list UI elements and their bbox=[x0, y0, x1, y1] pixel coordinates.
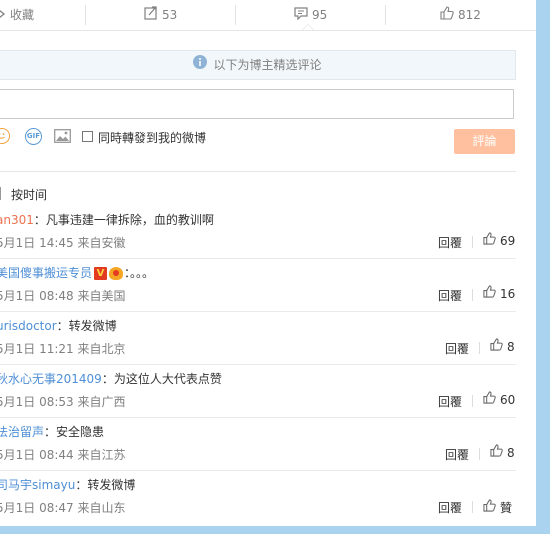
comment-text: ：为这位人大代表点赞 bbox=[101, 372, 222, 386]
comment-username[interactable]: 法治留声 bbox=[0, 425, 44, 439]
comment-text: ：。。。 bbox=[124, 266, 155, 280]
also-repost-checkbox[interactable] bbox=[82, 131, 93, 142]
thumbs-up-icon bbox=[490, 444, 503, 460]
weibo-action-bar: 收藏 53 95 812 bbox=[0, 0, 536, 31]
reply-button[interactable]: 回覆 bbox=[438, 393, 462, 410]
comment-text: ：安全隐患 bbox=[44, 425, 105, 439]
divider bbox=[472, 501, 473, 513]
repost-icon bbox=[144, 1, 158, 31]
comment-meta: 5月1日 08:53 来自广西 bbox=[0, 395, 126, 409]
submit-comment-button[interactable]: 評論 bbox=[454, 129, 515, 154]
comment-text: ：转发微博 bbox=[75, 478, 136, 492]
notice-text: 以下为博主精选评论 bbox=[213, 58, 322, 72]
comment-card: 收藏 53 95 812 以下为博主精选评论 GIF 同時轉發到我的微博 評論 … bbox=[0, 0, 536, 526]
comment-meta: 5月1日 08:44 来自江苏 bbox=[0, 448, 126, 462]
star-icon bbox=[0, 1, 6, 31]
comment-like-count: 16 bbox=[500, 287, 516, 301]
thumbs-up-icon bbox=[483, 232, 496, 248]
image-icon[interactable] bbox=[54, 129, 71, 146]
gif-label: GIF bbox=[26, 132, 41, 140]
comment-item: 美国傻事搬运专员 V ：。。。 5月1日 08:48 来自美国 回覆 16 bbox=[0, 258, 516, 312]
favorite-button[interactable]: 收藏 bbox=[0, 0, 34, 30]
comment-meta: 5月1日 11:21 来自北京 bbox=[0, 342, 126, 356]
comment-count: 95 bbox=[312, 8, 328, 22]
comment-meta: 5月1日 08:47 来自山东 bbox=[0, 501, 126, 515]
member-badge-icon bbox=[109, 267, 124, 280]
reply-button[interactable]: 回覆 bbox=[438, 287, 462, 304]
comment-like-label: 贊 bbox=[500, 501, 513, 515]
emoji-icon[interactable] bbox=[0, 128, 10, 144]
favorite-label: 收藏 bbox=[10, 8, 35, 22]
comment-like-button[interactable]: 8 bbox=[490, 444, 515, 460]
comment-item: 司马宇simayu：转发微博 5月1日 08:47 来自山东 回覆 贊 bbox=[0, 470, 516, 523]
comment-item: urisdoctor：转发微博 5月1日 11:21 来自北京 回覆 8 bbox=[0, 311, 516, 365]
comment-meta: 5月1日 08:48 来自美国 bbox=[0, 289, 126, 303]
verified-badge: V bbox=[94, 267, 108, 280]
thumbs-up-icon bbox=[440, 1, 454, 31]
reply-button[interactable]: 回覆 bbox=[438, 499, 462, 516]
thumbs-up-icon bbox=[490, 338, 503, 354]
thumbs-up-icon bbox=[483, 499, 496, 515]
divider bbox=[472, 236, 473, 248]
comment-item: an301：凡事违建一律拆除，血的教训啊 5月1日 14:45 来自安徽 回覆 … bbox=[0, 205, 516, 259]
action-divider bbox=[385, 5, 386, 25]
comment-meta: 5月1日 14:45 来自安徽 bbox=[0, 236, 126, 250]
comment-username[interactable]: an301 bbox=[0, 213, 34, 227]
comment-username[interactable]: urisdoctor bbox=[0, 319, 57, 333]
comment-text: ：凡事违建一律拆除，血的教训啊 bbox=[33, 213, 214, 227]
comment-like-count: 8 bbox=[507, 446, 515, 460]
action-divider bbox=[85, 5, 86, 25]
reply-button[interactable]: 回覆 bbox=[438, 234, 462, 251]
gif-icon[interactable]: GIF bbox=[25, 128, 42, 145]
like-button[interactable]: 812 bbox=[440, 0, 481, 30]
divider bbox=[472, 395, 473, 407]
reply-button[interactable]: 回覆 bbox=[445, 446, 469, 463]
action-divider bbox=[235, 5, 236, 25]
comment-text: ：转发微博 bbox=[56, 319, 117, 333]
repost-count: 53 bbox=[162, 8, 178, 22]
comment-input[interactable] bbox=[0, 89, 514, 119]
comment-item: 法治留声：安全隐患 5月1日 08:44 来自江苏 回覆 8 bbox=[0, 417, 516, 471]
comment-username[interactable]: 司马宇simayu bbox=[0, 478, 75, 492]
comment-like-button[interactable]: 8 bbox=[490, 338, 515, 354]
comment-like-count: 8 bbox=[507, 340, 515, 354]
thumbs-up-icon bbox=[483, 391, 496, 407]
comment-item: 秋水心无事201409：为这位人大代表点赞 5月1日 08:53 来自广西 回覆… bbox=[0, 364, 516, 418]
divider bbox=[0, 171, 516, 172]
comment-like-button[interactable]: 69 bbox=[483, 232, 516, 248]
comment-like-button[interactable]: 贊 bbox=[483, 499, 512, 516]
divider bbox=[479, 448, 480, 460]
comment-like-button[interactable]: 16 bbox=[483, 285, 516, 301]
reply-button[interactable]: 回覆 bbox=[445, 340, 469, 357]
featured-comments-notice: 以下为博主精选评论 bbox=[0, 50, 516, 80]
info-icon bbox=[193, 51, 208, 79]
divider bbox=[479, 342, 480, 354]
like-count: 812 bbox=[458, 8, 481, 22]
comment-username[interactable]: 美国傻事搬运专员 bbox=[0, 266, 92, 280]
comment-like-button[interactable]: 60 bbox=[483, 391, 516, 407]
thumbs-up-icon bbox=[483, 285, 496, 301]
active-tab-caret bbox=[302, 24, 314, 30]
repost-button[interactable]: 53 bbox=[144, 0, 177, 30]
sort-label: 按时间 bbox=[11, 188, 48, 202]
also-repost-label: 同時轉發到我的微博 bbox=[98, 131, 207, 145]
comment-username[interactable]: 秋水心无事201409 bbox=[0, 372, 102, 386]
comment-like-count: 69 bbox=[500, 234, 516, 248]
comment-like-count: 60 bbox=[500, 393, 516, 407]
sort-indicator bbox=[0, 187, 1, 200]
divider bbox=[472, 289, 473, 301]
